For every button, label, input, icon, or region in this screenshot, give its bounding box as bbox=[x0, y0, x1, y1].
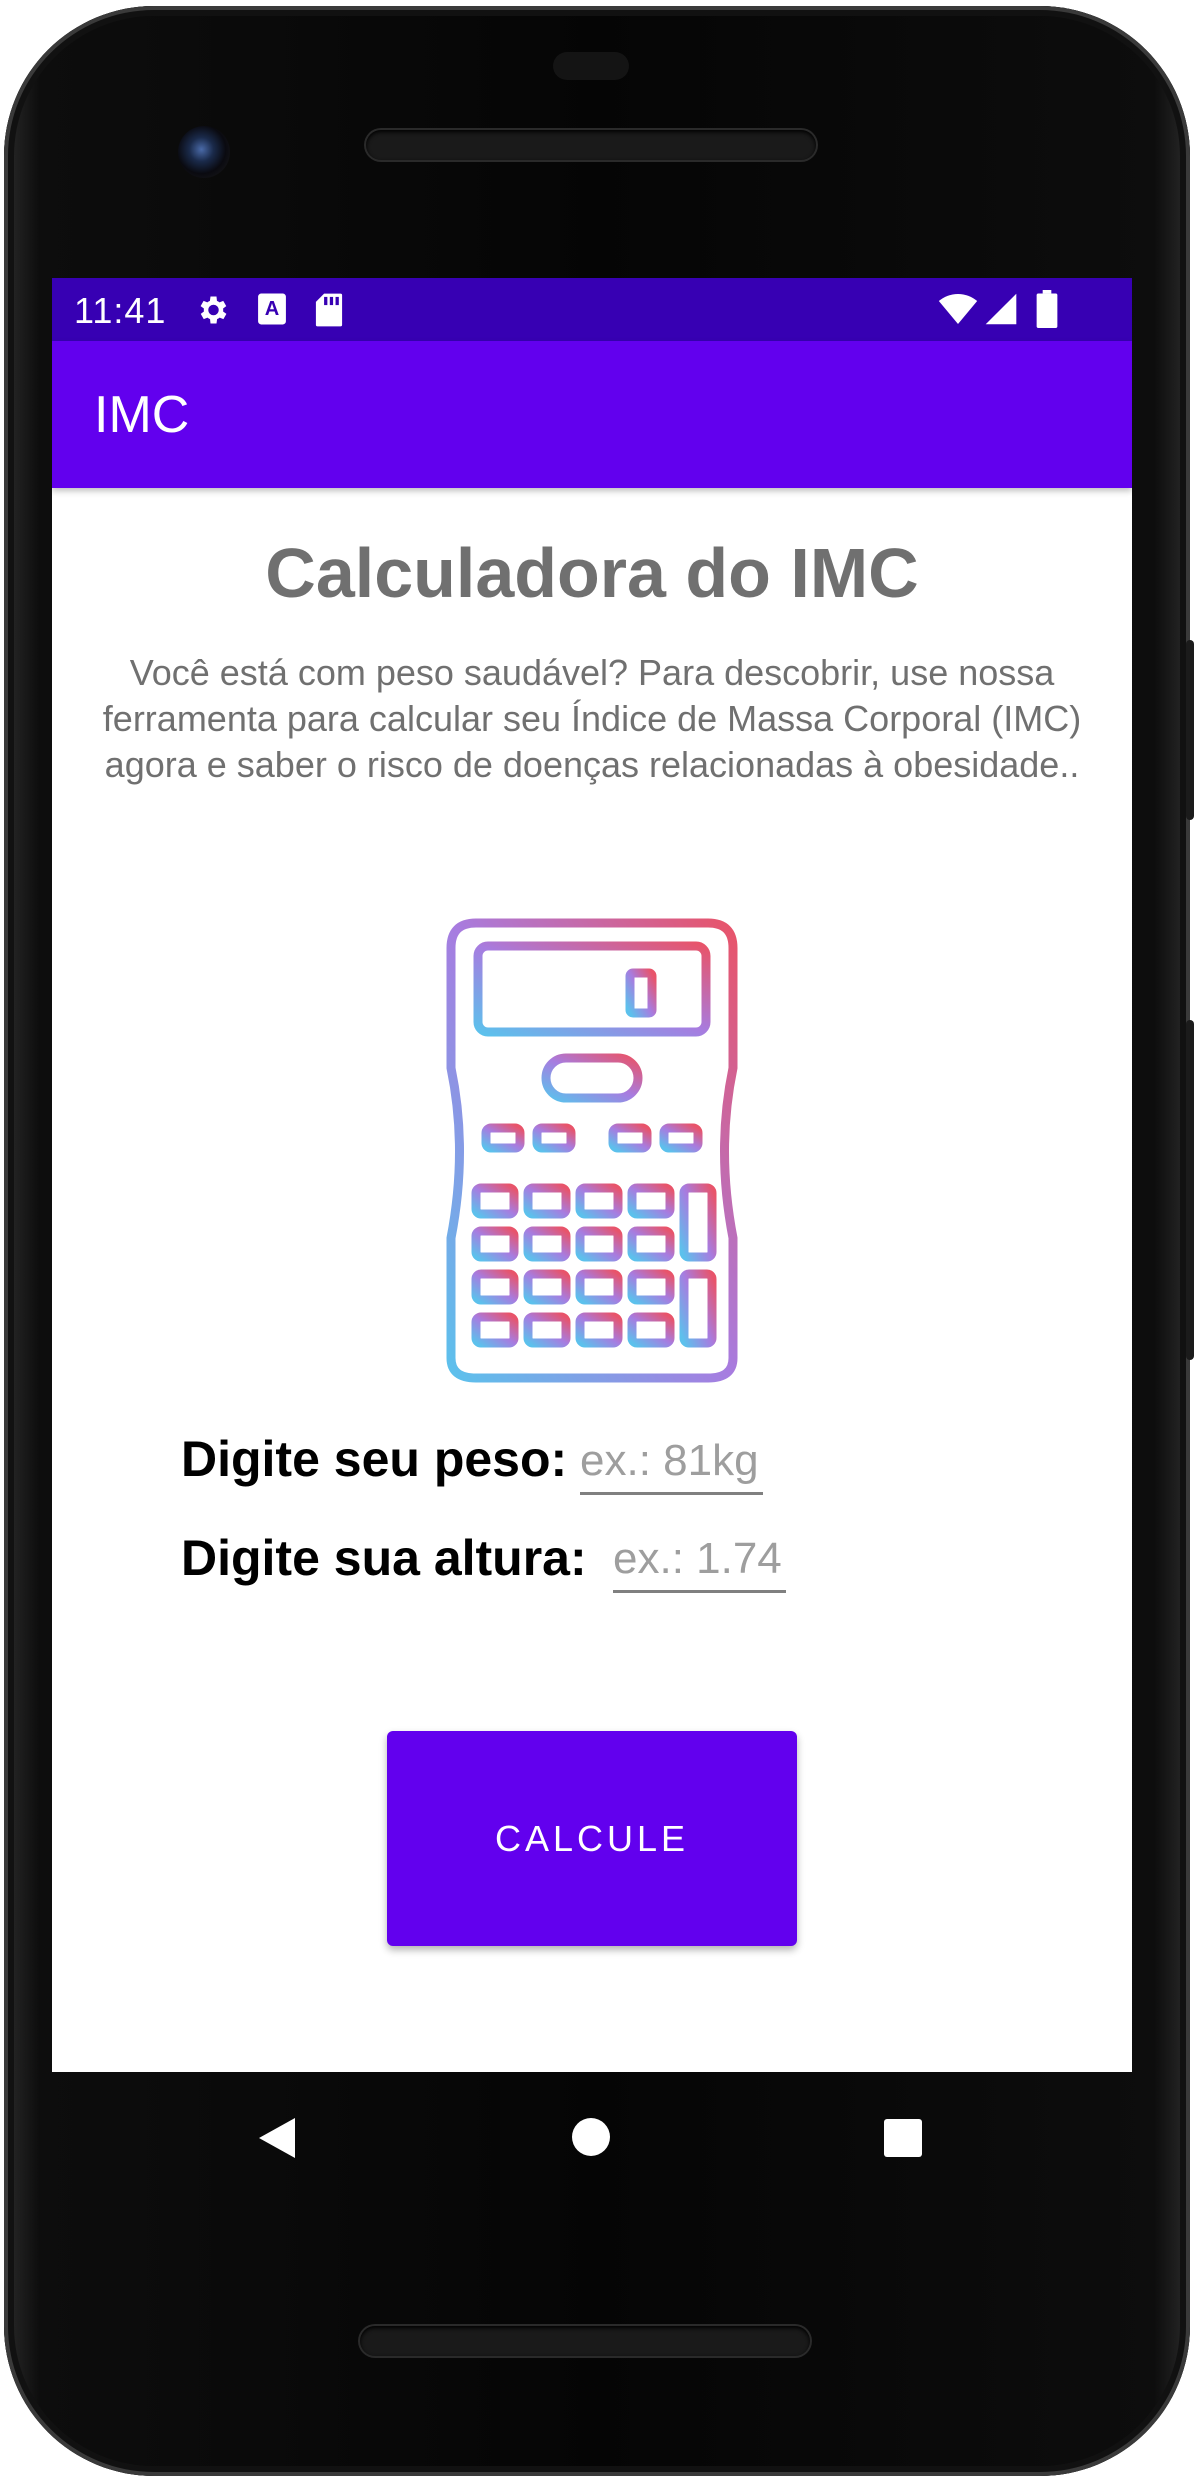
screen: 11:41 A IMC Calculadora do IMC Você está… bbox=[52, 278, 1132, 2072]
weight-label: Digite seu peso: bbox=[181, 1431, 568, 1487]
app-title: IMC bbox=[94, 386, 190, 444]
app-bar: IMC bbox=[52, 341, 1132, 488]
page-title: Calculadora do IMC bbox=[265, 534, 919, 612]
calculate-button[interactable]: CALCULE bbox=[387, 1731, 797, 1946]
volume-button bbox=[1186, 640, 1194, 820]
svg-text:A: A bbox=[265, 298, 280, 320]
home-icon[interactable] bbox=[571, 2117, 611, 2162]
recents-icon[interactable] bbox=[883, 2118, 923, 2163]
height-label: Digite sua altura: bbox=[181, 1530, 587, 1586]
height-input[interactable]: ex.: 1.74 bbox=[613, 1534, 786, 1593]
status-time: 11:41 bbox=[74, 290, 167, 331]
bottom-speaker bbox=[360, 2326, 810, 2356]
weight-input-placeholder: ex.: 81kg bbox=[580, 1436, 759, 1485]
battery-icon bbox=[1036, 290, 1058, 333]
signal-icon bbox=[984, 292, 1018, 331]
height-input-placeholder: ex.: 1.74 bbox=[613, 1534, 782, 1583]
earpiece-speaker bbox=[366, 130, 816, 160]
power-button bbox=[1186, 1020, 1194, 1360]
weight-input[interactable]: ex.: 81kg bbox=[580, 1436, 763, 1495]
proximity-sensor bbox=[553, 52, 629, 80]
calculator-icon bbox=[446, 918, 738, 1388]
gear-icon bbox=[194, 292, 230, 333]
page-description: Você está com peso saudável? Para descob… bbox=[102, 652, 1082, 785]
status-bar: 11:41 A bbox=[52, 278, 1132, 341]
wifi-icon bbox=[938, 292, 978, 331]
back-icon[interactable] bbox=[257, 2116, 297, 2165]
navigation-bar bbox=[52, 2072, 1132, 2202]
front-camera bbox=[178, 126, 230, 178]
sd-card-icon bbox=[314, 292, 344, 333]
keyboard-a-icon: A bbox=[256, 292, 288, 331]
